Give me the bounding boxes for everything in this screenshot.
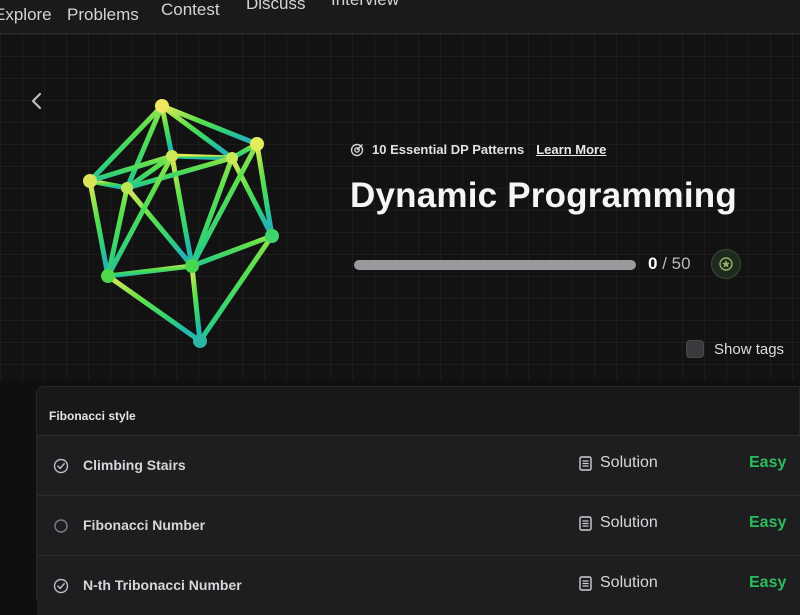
progress-count: 0 / 50 [648, 254, 691, 274]
problem-row[interactable]: Climbing Stairs Solution Easy [37, 435, 800, 495]
problem-title[interactable]: Fibonacci Number [83, 517, 205, 533]
difficulty-badge: Easy [749, 514, 787, 531]
patterns-row: 10 Essential DP Patterns Learn More [350, 142, 606, 157]
badge-button[interactable] [711, 249, 741, 279]
problem-section: Fibonacci style Climbing Stairs Solution… [36, 386, 800, 615]
progress-total: 50 [671, 254, 691, 273]
problem-title[interactable]: N-th Tribonacci Number [83, 577, 242, 593]
badge-icon [719, 257, 733, 271]
show-tags-label: Show tags [714, 340, 785, 358]
section-title: Fibonacci style [49, 409, 136, 423]
study-plan-hero: 10 Essential DP Patterns Learn More Dyna… [0, 34, 800, 380]
solution-label: Solution [600, 514, 658, 531]
nav-item-discuss[interactable]: Discuss [246, 0, 306, 14]
nav-item-interview[interactable]: Interview [331, 0, 399, 10]
solution-label: Solution [600, 574, 658, 591]
target-icon [350, 143, 364, 156]
show-tags-toggle[interactable]: Show tags [686, 340, 784, 358]
document-icon [579, 575, 592, 591]
top-nav: Explore Problems Contest Discuss Intervi… [0, 0, 800, 34]
difficulty-badge: Easy [749, 454, 787, 471]
show-tags-checkbox[interactable] [686, 340, 704, 358]
progress-separator: / [657, 254, 672, 273]
solution-link[interactable]: Solution [579, 514, 658, 532]
page-title: Dynamic Programming [350, 176, 737, 215]
learn-more-link[interactable]: Learn More [536, 142, 606, 157]
nav-item-explore[interactable]: Explore [0, 5, 52, 25]
progress-bar [354, 260, 636, 270]
solution-label: Solution [600, 454, 658, 471]
unsolved-circle-icon [54, 519, 68, 533]
solved-check-icon [53, 578, 69, 594]
problem-title[interactable]: Climbing Stairs [83, 457, 186, 473]
document-icon [579, 455, 592, 471]
back-button[interactable] [24, 86, 50, 116]
patterns-label: 10 Essential DP Patterns [372, 142, 525, 157]
nav-item-problems[interactable]: Problems [67, 5, 139, 25]
nav-item-contest[interactable]: Contest [161, 0, 220, 20]
difficulty-badge: Easy [749, 574, 787, 591]
solved-check-icon [53, 458, 69, 474]
problem-row[interactable]: Fibonacci Number Solution Easy [37, 495, 800, 555]
document-icon [579, 515, 592, 531]
solution-link[interactable]: Solution [579, 454, 658, 472]
chevron-left-icon [31, 92, 42, 110]
polyhedron-illustration [83, 99, 279, 348]
solution-link[interactable]: Solution [579, 574, 658, 592]
problem-row[interactable]: N-th Tribonacci Number Solution Easy [37, 555, 800, 615]
